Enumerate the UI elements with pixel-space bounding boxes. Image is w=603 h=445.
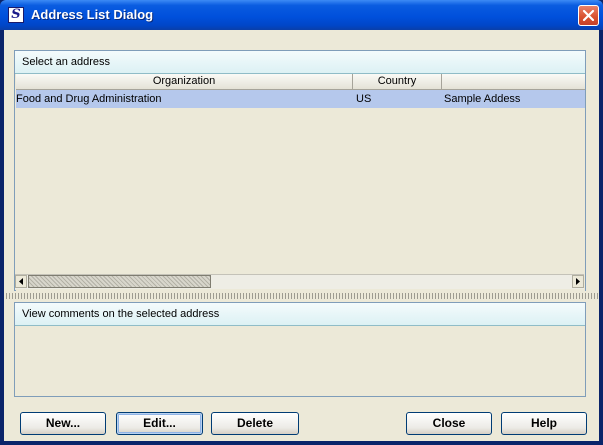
- cell-organization: Food and Drug Administration: [16, 93, 162, 105]
- address-panel: Select an address Organization Country F…: [14, 50, 586, 297]
- new-button[interactable]: New...: [20, 412, 106, 435]
- arrow-right-icon: [576, 278, 580, 285]
- comments-panel-header: View comments on the selected address: [15, 303, 585, 326]
- edit-button[interactable]: Edit...: [116, 412, 203, 435]
- close-window-button[interactable]: [578, 5, 599, 26]
- horizontal-scrollbar[interactable]: [15, 274, 584, 289]
- app-icon: S: [8, 7, 24, 23]
- address-panel-header: Select an address: [15, 51, 585, 74]
- arrow-left-icon: [19, 278, 23, 285]
- scroll-left-button[interactable]: [15, 275, 27, 288]
- column-header-address[interactable]: [442, 74, 585, 90]
- panel-splitter[interactable]: [4, 293, 599, 299]
- scroll-thumb[interactable]: [28, 275, 211, 288]
- column-header-organization[interactable]: Organization: [16, 74, 353, 90]
- window-title: Address List Dialog: [31, 7, 154, 22]
- help-button[interactable]: Help: [501, 412, 587, 435]
- close-x-icon: [582, 9, 595, 22]
- table-row[interactable]: Food and Drug Administration US Sample A…: [16, 90, 585, 108]
- comments-panel: View comments on the selected address: [14, 302, 586, 397]
- scroll-right-button[interactable]: [572, 275, 584, 288]
- comments-area[interactable]: [16, 326, 584, 395]
- delete-button[interactable]: Delete: [211, 412, 299, 435]
- address-panel-title: Select an address: [22, 56, 111, 68]
- title-bar[interactable]: S Address List Dialog: [0, 0, 603, 30]
- dialog-body: Select an address Organization Country F…: [4, 30, 599, 441]
- address-list-dialog: S Address List Dialog Select an address …: [0, 0, 603, 445]
- cell-address: Sample Addess: [444, 93, 521, 105]
- column-header-country[interactable]: Country: [353, 74, 442, 90]
- comments-panel-title: View comments on the selected address: [22, 308, 220, 320]
- address-table[interactable]: Organization Country Food and Drug Admin…: [16, 74, 585, 297]
- cell-country: US: [356, 93, 372, 105]
- close-button[interactable]: Close: [406, 412, 492, 435]
